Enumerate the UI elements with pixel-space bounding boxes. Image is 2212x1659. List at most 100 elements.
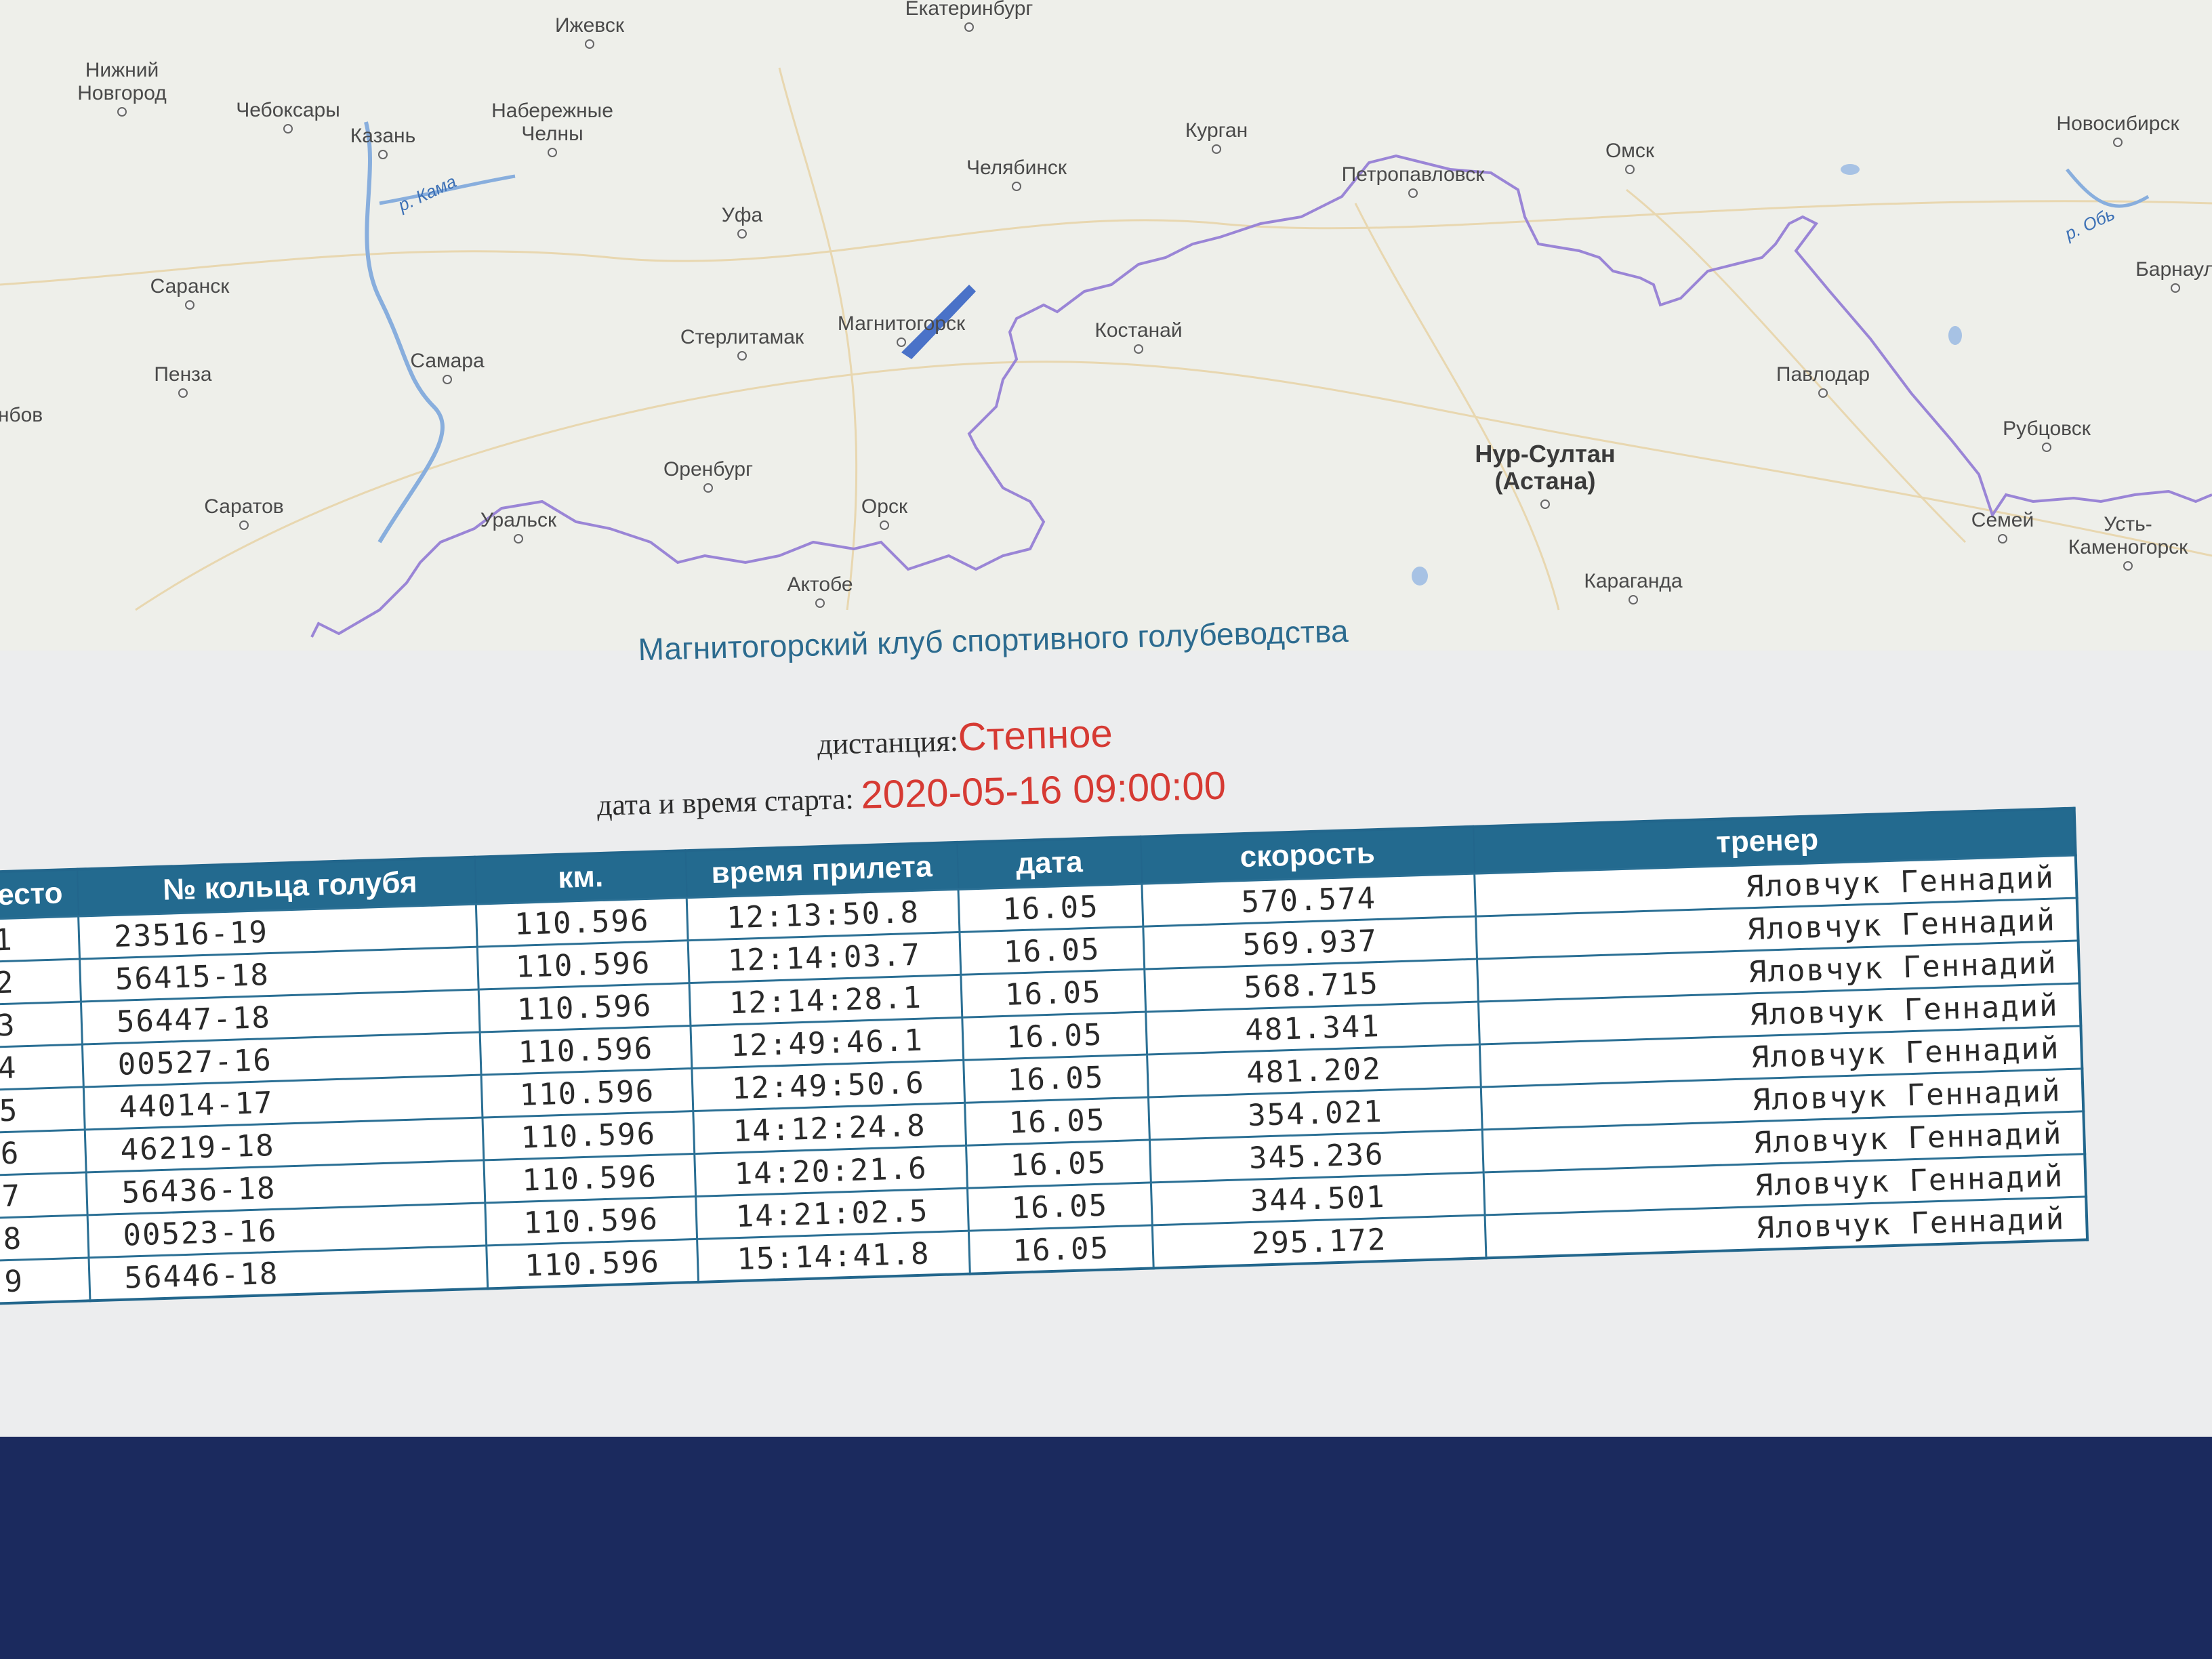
start-datetime-line: дата и время старта: 2020-05-16 09:00:00	[596, 763, 1227, 825]
map-city-label: Курган	[1185, 119, 1248, 142]
map-city-label: Нур-Султан (Астана)	[1475, 440, 1616, 495]
map-city-marker-icon	[1212, 144, 1221, 154]
map-city-marker-icon	[239, 520, 249, 530]
cell-km: 110.596	[480, 1025, 692, 1076]
cell-km: 110.596	[482, 1111, 695, 1160]
results-table-body: 1 23516-19 110.596 12:13:50.8 16.05 570.574 Ял…	[0, 855, 2088, 1304]
cell-km: 110.596	[486, 1239, 699, 1289]
map-city-label: Рубцовск	[2003, 417, 2091, 440]
cell-date: 16.05	[967, 1182, 1153, 1231]
cell-arrival-time: 15:14:41.8	[697, 1231, 970, 1282]
map-city-marker-icon	[514, 534, 523, 544]
map-city-label: Семей	[1971, 509, 2034, 531]
map-city-label: Омск	[1605, 140, 1655, 162]
map-city-marker-icon	[897, 337, 906, 347]
map-city-marker-icon	[585, 39, 594, 49]
map-city-label: Костанай	[1094, 319, 1183, 342]
cell-km: 110.596	[483, 1153, 696, 1203]
map-city-label: Казань	[350, 125, 416, 147]
cell-date: 16.05	[964, 1097, 1150, 1146]
column-header-km[interactable]: км.	[474, 851, 687, 905]
map-city-marker-icon	[737, 229, 747, 239]
cell-place: 5	[0, 1086, 85, 1133]
cell-speed: 295.172	[1152, 1214, 1486, 1269]
map-city-label: Пенза	[154, 363, 212, 386]
map-city-marker-icon	[703, 483, 713, 493]
cell-km: 110.596	[478, 983, 691, 1033]
map-city-marker-icon	[1012, 182, 1021, 191]
map-city-marker-icon	[1629, 595, 1638, 605]
map-city-label: Орск	[861, 495, 908, 518]
cell-km: 110.596	[481, 1068, 693, 1118]
cell-place: 8	[0, 1214, 89, 1261]
map-city-label: Стерлитамак	[680, 326, 804, 348]
cell-date: 16.05	[968, 1225, 1154, 1274]
map-city-marker-icon	[964, 22, 974, 32]
map-city-marker-icon	[178, 388, 188, 398]
map-city-marker-icon	[283, 124, 293, 134]
map-city-marker-icon	[185, 300, 194, 310]
map-city-marker-icon	[1625, 165, 1635, 174]
map-city-label: Павлодар	[1776, 363, 1870, 386]
start-label: дата и время старта:	[596, 782, 855, 822]
map-city-marker-icon	[2171, 283, 2180, 293]
map-city-marker-icon	[1818, 388, 1828, 398]
map-city-label: Уфа	[721, 204, 763, 226]
cell-place: 9	[0, 1257, 90, 1304]
cell-place: 7	[0, 1172, 88, 1218]
results-table: есто № кольца голубя км. время прилета д…	[0, 806, 2089, 1305]
results-table-container: есто № кольца голубя км. время прилета д…	[0, 806, 2089, 1305]
cell-date: 16.05	[963, 1054, 1149, 1103]
column-header-arrival-time[interactable]: время прилета	[685, 842, 959, 898]
map-city-label: Набережные Челны	[491, 100, 613, 145]
start-datetime-value: 2020-05-16 09:00:00	[860, 763, 1227, 817]
cell-date: 16.05	[966, 1139, 1151, 1189]
cell-place: 1	[0, 916, 80, 962]
distance-line: дистанция:Степное	[817, 711, 1113, 764]
map-city-label: Челябинск	[966, 157, 1067, 179]
map-city-label: Екатеринбург	[905, 0, 1033, 20]
map-city-label: Барнаул	[2135, 258, 2212, 281]
cell-date: 16.05	[959, 926, 1145, 975]
map-city-marker-icon	[1540, 499, 1550, 509]
cell-date: 16.05	[960, 969, 1146, 1018]
map-city-marker-icon	[815, 598, 825, 608]
map-city-label: Саранск	[150, 275, 230, 298]
map-city-label: Самара	[410, 350, 485, 372]
column-header-date[interactable]: дата	[956, 836, 1142, 890]
map-city-marker-icon	[378, 150, 388, 159]
cell-km: 110.596	[485, 1196, 697, 1246]
cell-place: 4	[0, 1044, 84, 1090]
map-city-marker-icon	[1408, 188, 1418, 198]
map-city-label: Оренбург	[663, 458, 754, 480]
map-city-label: Ижевск	[554, 14, 625, 37]
map-city-label: Новосибирск	[2056, 112, 2179, 135]
cell-place: 2	[0, 959, 81, 1005]
map-city-marker-icon	[443, 375, 452, 384]
web-page: Ижевск Екатеринбург Нижний Новгород Чебокса…	[0, 0, 2212, 1437]
map-city-marker-icon	[2042, 443, 2051, 452]
map-label-partial-city: нбов	[0, 404, 43, 426]
cell-km: 110.596	[476, 897, 689, 947]
map-city-label: Саратов	[204, 495, 284, 518]
map-city-marker-icon	[2113, 138, 2123, 147]
column-header-place[interactable]: есто	[0, 869, 79, 920]
cell-date: 16.05	[962, 1012, 1147, 1061]
map-city-label: Чебоксары	[236, 99, 340, 121]
map-city-marker-icon	[548, 148, 557, 157]
distance-value: Степное	[957, 711, 1113, 760]
map-city-label: Караганда	[1584, 570, 1683, 592]
map-city-label: Усть- Каменогорск	[2068, 513, 2188, 558]
map-city-label: Магнитогорск	[837, 312, 966, 335]
map[interactable]: Ижевск Екатеринбург Нижний Новгород Чебокса…	[0, 0, 2212, 651]
map-city-marker-icon	[880, 520, 889, 530]
map-city-label: Петропавловск	[1341, 163, 1485, 186]
cell-date: 16.05	[958, 884, 1143, 933]
map-city-marker-icon	[1998, 534, 2007, 544]
map-city-marker-icon	[117, 107, 127, 117]
cell-place: 3	[0, 1002, 83, 1048]
map-city-marker-icon	[737, 351, 747, 361]
map-city-label: Актобе	[787, 573, 853, 596]
map-city-marker-icon	[1134, 344, 1143, 354]
cell-km: 110.596	[477, 940, 690, 990]
